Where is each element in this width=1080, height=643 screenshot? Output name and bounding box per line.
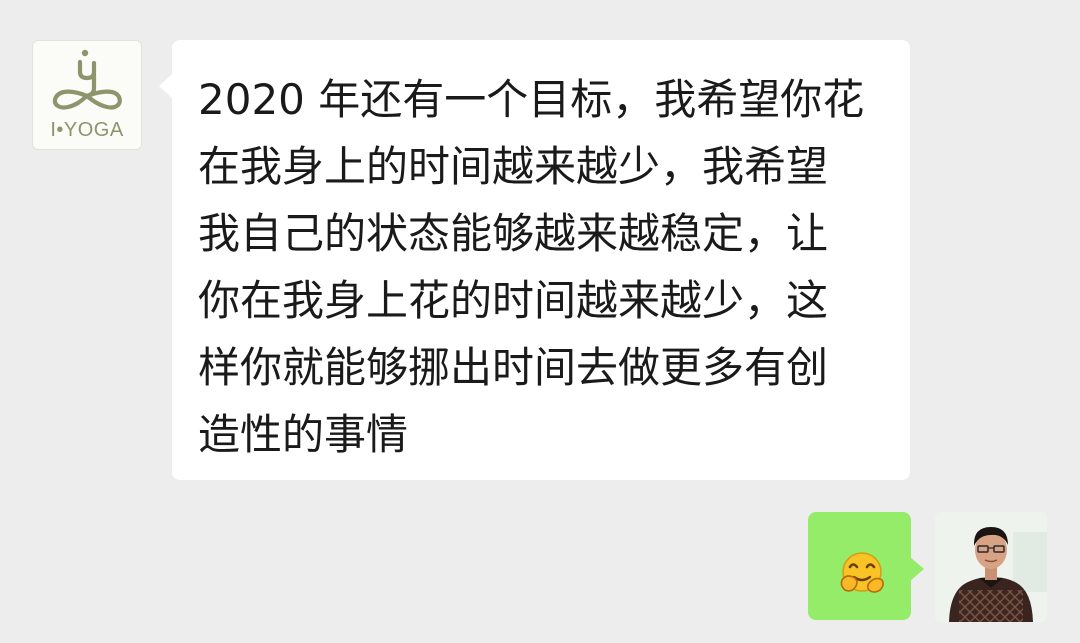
yoga-figure-icon bbox=[52, 49, 122, 110]
logo-text: I•YOGA bbox=[50, 119, 124, 141]
hugging-face-emoji-icon bbox=[840, 552, 884, 593]
outgoing-message-bubble[interactable] bbox=[808, 512, 924, 620]
incoming-avatar[interactable]: I•YOGA bbox=[32, 40, 142, 150]
incoming-message-bubble[interactable]: 2020 年还有一个目标，我希望你花 在我身上的时间越来越少，我希望 我自己的状… bbox=[159, 40, 910, 480]
outgoing-avatar[interactable] bbox=[935, 512, 1047, 622]
message-text: 2020 年还有一个目标，我希望你花 在我身上的时间越来越少，我希望 我自己的状… bbox=[198, 75, 865, 459]
user-photo-avatar-icon bbox=[935, 512, 1047, 622]
